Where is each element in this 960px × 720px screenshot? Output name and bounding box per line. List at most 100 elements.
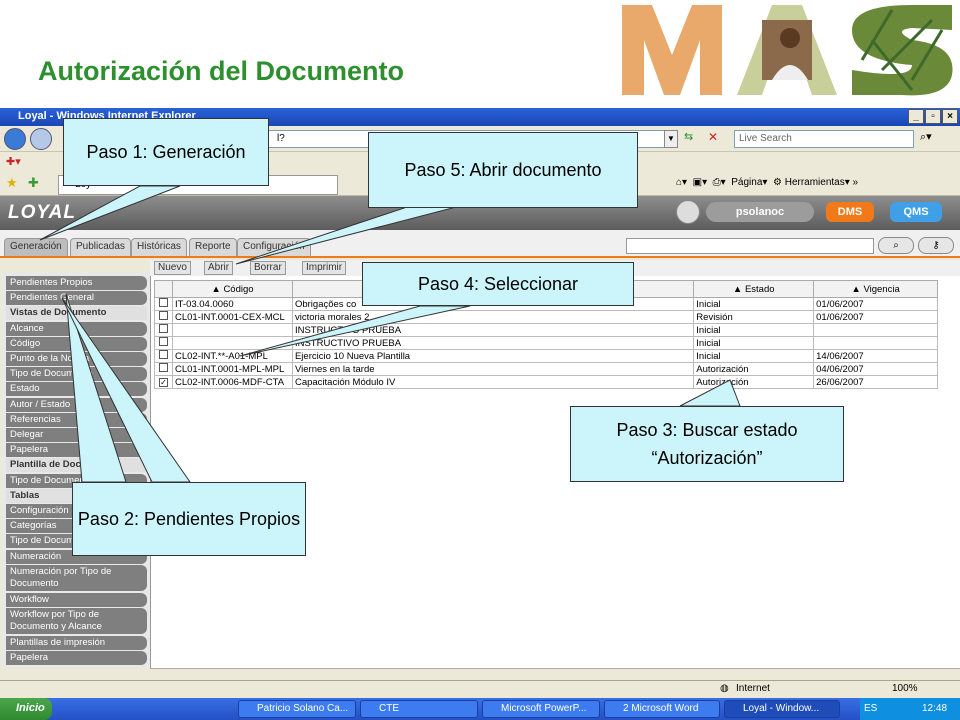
cell-titulo: victoria morales 2 (291, 310, 695, 324)
app-logo: LOYAL (8, 202, 76, 223)
maximize-button[interactable]: ▫ (925, 109, 941, 124)
table-row[interactable]: CL02-INT.**-A01-MPL Ejercicio 10 Nueva Pl… (154, 349, 938, 363)
tools-menu[interactable]: Herramientas (785, 177, 845, 188)
tab-publicadas[interactable]: Publicadas (70, 238, 131, 256)
search-icon[interactable]: ⌕▾ (920, 130, 950, 148)
print-icon[interactable]: ⎙▾ (713, 177, 726, 188)
row-select-cell[interactable] (154, 297, 173, 311)
horizontal-scrollbar[interactable] (150, 668, 960, 680)
sidebar-item[interactable]: Estado (6, 382, 147, 397)
row-checkbox[interactable]: ✓ (158, 377, 168, 387)
row-checkbox[interactable] (158, 324, 168, 333)
globe-icon: ◍ (720, 683, 729, 694)
refresh-icon[interactable]: ⇆ (684, 130, 704, 148)
sidebar-item[interactable]: Pendientes General (6, 291, 147, 306)
delete-button[interactable]: Borrar (250, 261, 286, 275)
print-button[interactable]: Imprimir (302, 261, 347, 275)
cell-vigencia (813, 323, 938, 337)
row-select-cell[interactable] (154, 362, 173, 376)
user-name: psolanoc (706, 202, 814, 222)
row-checkbox[interactable] (158, 298, 168, 307)
callout-paso5: Paso 5: Abrir documento (368, 132, 638, 208)
callout-paso3: Paso 3: Buscar estado “Autorización” (570, 406, 844, 482)
tab-generacion[interactable]: Generación (4, 238, 68, 256)
sidebar-item[interactable]: Referencias (6, 412, 147, 427)
tab-historicas[interactable]: Históricas (131, 238, 187, 256)
favorites-star-icon[interactable]: ★ (6, 175, 18, 191)
cell-codigo (171, 336, 293, 350)
row-select-cell[interactable]: ✓ (154, 375, 173, 389)
close-button[interactable]: × (942, 109, 958, 124)
row-select-cell[interactable] (154, 349, 173, 363)
stop-icon[interactable]: ✕ (708, 130, 728, 148)
dms-button[interactable]: DMS (826, 202, 874, 222)
task-powerpoint[interactable]: Microsoft PowerP... (482, 700, 600, 718)
row-checkbox[interactable] (158, 350, 168, 359)
cell-codigo (171, 323, 293, 337)
callout-paso2: Paso 2: Pendientes Propios (72, 482, 306, 556)
url-dropdown[interactable]: ▼ (664, 130, 678, 148)
sidebar-item[interactable]: Workflow (6, 592, 147, 607)
row-select-cell[interactable] (154, 310, 173, 324)
column-header-vigencia[interactable]: ▲ Vigencia (813, 280, 938, 298)
sidebar-item[interactable]: Workflow por Tipo de Documento y Alcance (6, 608, 147, 634)
table-row[interactable]: ✓ CL02-INT.0006-MDF-CTA Capacitación Módul… (154, 375, 938, 389)
sidebar-item[interactable]: Delegar (6, 428, 147, 442)
forward-button[interactable] (30, 128, 52, 150)
gear-icon: ⚙ (772, 177, 782, 188)
row-checkbox[interactable] (158, 363, 168, 372)
table-row[interactable]: CL01-INT.0001-CEX-MCL victoria morales 2R… (154, 310, 938, 324)
sidebar-item[interactable]: Papelera (6, 443, 147, 458)
key-icon[interactable]: ⚷ (918, 237, 954, 254)
table-row[interactable]: INSTRUCTIVO PRUEBA Inicial (154, 323, 938, 337)
sidebar-item[interactable]: Papelera (6, 651, 147, 666)
row-checkbox[interactable] (158, 337, 168, 346)
row-checkbox[interactable] (158, 311, 168, 320)
language-indicator[interactable]: ES (864, 703, 877, 714)
table-row[interactable]: CL01-INT.0001-MPL-MPL Viernes en la tarde… (154, 362, 938, 376)
home-icon[interactable]: ⌂▾ (676, 177, 687, 188)
task-cte[interactable]: CTE (360, 700, 478, 718)
callout-paso4: Paso 4: Seleccionar (362, 262, 634, 306)
table-row[interactable]: INSTRUCTIVO PRUEBA Inicial (154, 336, 938, 350)
row-select-cell[interactable] (154, 336, 173, 350)
sidebar-item[interactable]: Código (6, 336, 147, 351)
tab-configuracion[interactable]: Configuración (237, 238, 311, 256)
qms-button[interactable]: QMS (890, 202, 942, 222)
task-loyal[interactable]: Loyal - Window... (724, 700, 840, 718)
sidebar-item[interactable]: Plantillas de impresión (6, 636, 147, 650)
open-button[interactable]: Abrir (204, 261, 234, 275)
sidebar-item[interactable]: Tipo de Documento (6, 367, 147, 382)
sidebar-item[interactable]: Punto de la Norma (6, 352, 147, 366)
column-header-codigo[interactable]: ▲ Código (171, 280, 293, 298)
app-search-input[interactable] (626, 238, 874, 254)
translate-icon[interactable]: ✚▾ (6, 155, 21, 168)
sidebar: Pendientes Propios Pendientes General Vist… (2, 272, 150, 668)
new-button[interactable]: Nuevo (154, 261, 191, 275)
task-outlook[interactable]: Patricio Solano Ca... (238, 700, 356, 718)
row-select-cell[interactable] (154, 323, 173, 337)
task-word[interactable]: 2 Microsoft Word (604, 700, 720, 718)
start-button[interactable]: Inicio (0, 698, 52, 720)
callout-paso1: Paso 1: Generación (63, 118, 269, 186)
sidebar-item[interactable]: Pendientes Propios (6, 276, 147, 290)
sidebar-item[interactable]: Numeración por Tipo de Documento (6, 564, 147, 591)
cell-estado: Autorización (693, 362, 815, 376)
zoom-level[interactable]: 100% (892, 683, 918, 694)
live-search-input[interactable]: Live Search (734, 130, 914, 148)
add-favorite-icon[interactable]: ✚ (28, 175, 39, 191)
cell-vigencia: 26/06/2007 (813, 375, 938, 389)
column-header-estado[interactable]: ▲ Estado (693, 280, 815, 298)
sidebar-item[interactable]: Alcance (6, 321, 147, 336)
back-button[interactable] (4, 128, 26, 150)
clock: 12:48 (922, 703, 948, 714)
tab-reporte[interactable]: Reporte (189, 238, 237, 256)
cell-codigo: CL01-INT.0001-MPL-MPL (171, 362, 293, 376)
feeds-icon[interactable]: ▣▾ (693, 177, 707, 188)
status-bar: ◍ Internet 100% (0, 680, 960, 698)
sidebar-item[interactable]: Autor / Estado (6, 397, 147, 412)
page-menu[interactable]: Página (731, 177, 762, 188)
search-button[interactable]: ⌕ (878, 237, 914, 254)
app-tabs: Generación Publicadas Históricas Reporte… (0, 230, 960, 258)
minimize-button[interactable]: _ (908, 109, 924, 124)
